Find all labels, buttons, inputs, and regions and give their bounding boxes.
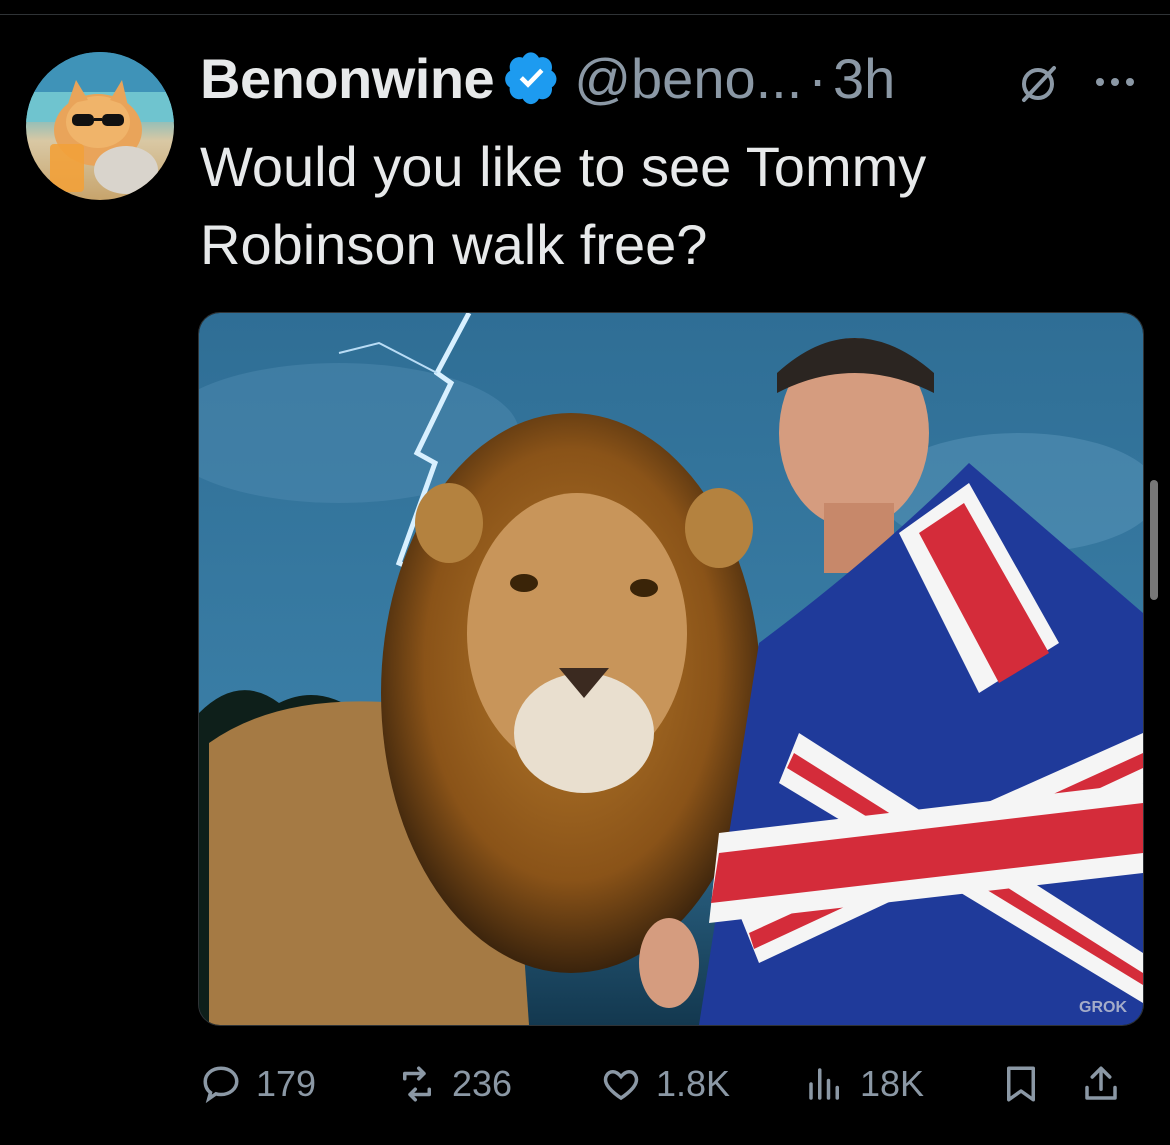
avatar[interactable] [26, 52, 174, 200]
reply-count: 179 [256, 1063, 317, 1104]
action-bar: 179 236 1.8K 18K [200, 1056, 1140, 1112]
post-text: Would you like to see Tommy Robinson wal… [200, 135, 927, 276]
verified-badge-icon [505, 52, 557, 105]
post-image[interactable]: GROK [198, 312, 1144, 1026]
repost-button[interactable]: 236 [396, 1056, 512, 1112]
bookmark-button[interactable] [1000, 1056, 1056, 1112]
like-button[interactable]: 1.8K [600, 1056, 730, 1112]
like-count: 1.8K [656, 1063, 731, 1104]
bookmark-icon [1007, 1066, 1035, 1102]
reply-icon [203, 1066, 239, 1104]
top-divider [0, 14, 1170, 15]
share-icon [1085, 1066, 1117, 1100]
post-header: Benonwine @beno... · 3h [200, 46, 895, 111]
author-handle[interactable]: @beno... [574, 46, 802, 111]
separator-dot: · [808, 46, 827, 110]
post-time[interactable]: 3h [833, 46, 895, 111]
repost-icon [403, 1066, 431, 1102]
share-button[interactable] [1080, 1056, 1136, 1112]
reply-button[interactable]: 179 [200, 1056, 316, 1112]
views-button[interactable]: 18K [804, 1056, 924, 1112]
like-icon [603, 1069, 639, 1101]
scrollbar[interactable] [1150, 480, 1158, 600]
repost-count: 236 [452, 1063, 513, 1104]
views-count: 18K [860, 1063, 925, 1104]
views-icon [809, 1068, 839, 1100]
media-watermark: GROK [1079, 999, 1127, 1016]
author-name[interactable]: Benonwine [200, 46, 495, 111]
more-icon[interactable] [1090, 62, 1140, 102]
grok-icon[interactable] [1014, 60, 1062, 108]
